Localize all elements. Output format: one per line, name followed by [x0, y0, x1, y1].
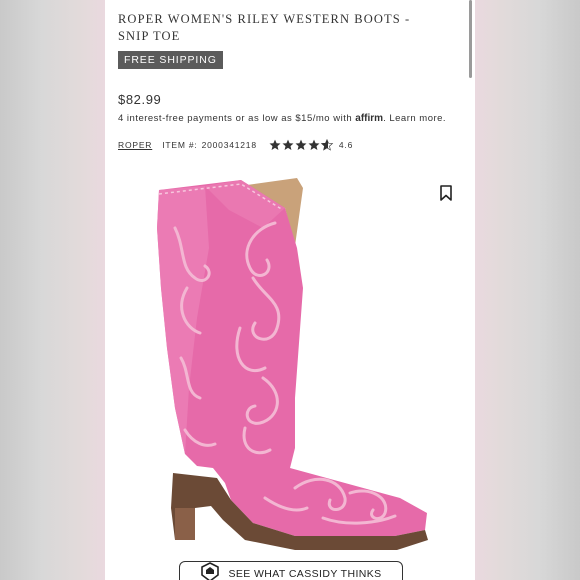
product-price: $82.99: [118, 92, 162, 107]
item-number: 2000341218: [201, 140, 257, 150]
star-full-icon: [308, 139, 320, 150]
product-page[interactable]: ROPER WOMEN'S RILEY WESTERN BOOTS - SNIP…: [105, 0, 475, 580]
see-what-cassidy-thinks-button[interactable]: SEE WHAT CASSIDY THINKS: [179, 561, 403, 580]
badge-icon: [200, 561, 220, 580]
star-full-icon: [269, 139, 281, 150]
installment-text: 4 interest-free payments or as low as $1…: [118, 113, 353, 124]
item-number-label: ITEM #:: [162, 140, 198, 150]
learn-more-link[interactable]: . Learn more.: [383, 113, 446, 124]
installment-info: 4 interest-free payments or as low as $1…: [118, 113, 473, 124]
bookmark-button[interactable]: [439, 185, 453, 201]
free-shipping-badge: FREE SHIPPING: [118, 51, 223, 69]
bookmark-icon: [440, 185, 452, 201]
star-rating[interactable]: [269, 139, 335, 151]
product-title: ROPER WOMEN'S RILEY WESTERN BOOTS - SNIP…: [118, 12, 411, 43]
star-partial-icon: [320, 139, 333, 151]
pink-cowboy-boot-image: [157, 178, 428, 550]
product-meta: ROPER ITEM #: 2000341218 4.6: [118, 139, 468, 151]
right-blurred-background: [475, 0, 580, 580]
rating-value: 4.6: [338, 140, 354, 150]
star-full-icon: [295, 139, 307, 150]
affirm-logo: affirm: [355, 113, 384, 124]
star-full-icon: [282, 139, 294, 150]
scrollbar[interactable]: [469, 0, 472, 78]
stars-icon: [269, 139, 333, 151]
review-button-label: SEE WHAT CASSIDY THINKS: [228, 568, 382, 580]
left-blurred-background: [0, 0, 105, 580]
product-image[interactable]: [145, 168, 435, 558]
brand-link[interactable]: ROPER: [118, 140, 152, 150]
